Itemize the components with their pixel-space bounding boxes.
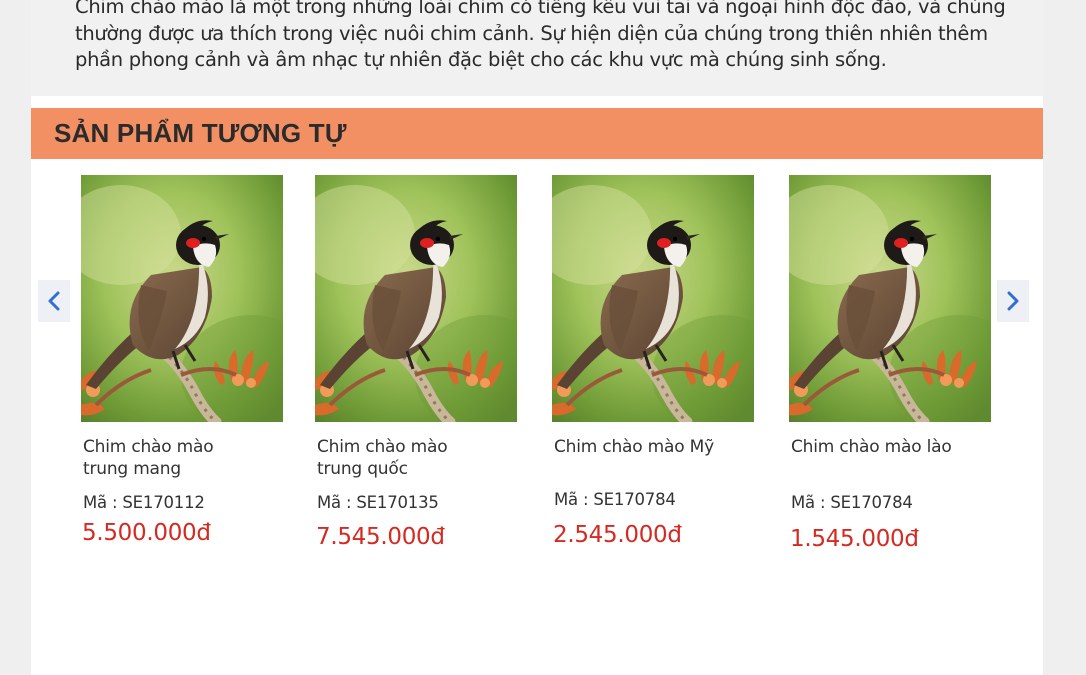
product-image[interactable] — [315, 175, 517, 422]
product-name[interactable]: Chim chào mào trung mang — [83, 437, 263, 480]
product-description: Chim chào mào là một trong những loài ch… — [31, 0, 1043, 96]
product-code: Mã : SE170112 — [83, 493, 205, 512]
product-name[interactable]: Chim chào mào Mỹ — [554, 437, 734, 459]
product-price: 2.545.000đ — [553, 522, 682, 548]
product-name[interactable]: Chim chào mào lào — [791, 437, 971, 459]
product-card[interactable]: Chim chào mào lào Mã : SE170784 1.545.00… — [789, 175, 991, 552]
product-price: 5.500.000đ — [82, 520, 211, 546]
description-text: Chim chào mào là một trong những loài ch… — [75, 0, 1006, 71]
section-title: SẢN PHẨM TƯƠNG TỰ — [54, 118, 347, 148]
product-name[interactable]: Chim chào mào trung quốc — [317, 437, 497, 480]
product-code: Mã : SE170784 — [554, 490, 676, 509]
product-image[interactable] — [81, 175, 283, 422]
product-price: 1.545.000đ — [790, 526, 919, 552]
chevron-right-icon — [1007, 291, 1019, 311]
product-code: Mã : SE170784 — [791, 493, 913, 512]
product-card[interactable]: Chim chào mào trung quốc Mã : SE170135 7… — [315, 175, 517, 550]
product-image[interactable] — [552, 175, 754, 422]
product-price: 7.545.000đ — [316, 524, 445, 550]
section-header: SẢN PHẨM TƯƠNG TỰ — [31, 108, 1043, 159]
product-image[interactable] — [789, 175, 991, 422]
product-code: Mã : SE170135 — [317, 493, 439, 512]
carousel-prev-button[interactable] — [38, 280, 70, 322]
carousel-next-button[interactable] — [997, 280, 1029, 322]
chevron-left-icon — [48, 291, 60, 311]
product-card[interactable]: Chim chào mào Mỹ Mã : SE170784 2.545.000… — [552, 175, 754, 548]
product-card[interactable]: Chim chào mào trung mang Mã : SE170112 5… — [81, 175, 283, 546]
